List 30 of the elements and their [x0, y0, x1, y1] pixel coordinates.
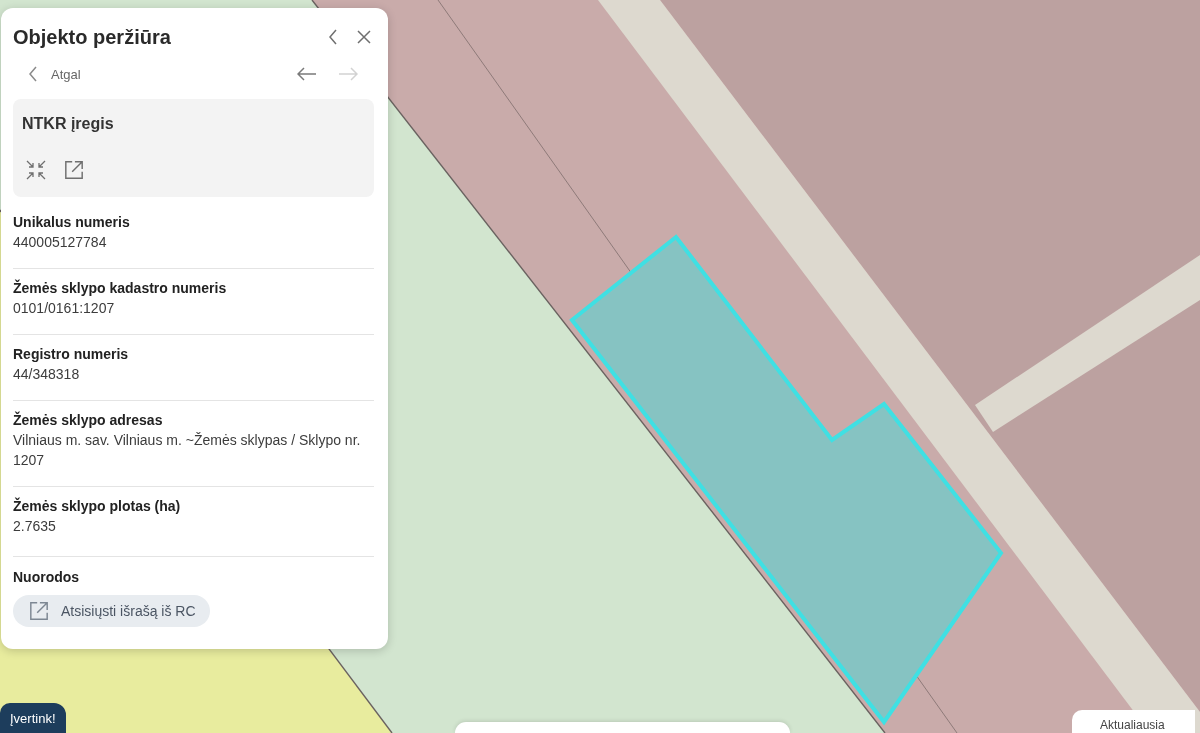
- sort-tab[interactable]: Aktualiausia: [1072, 710, 1195, 733]
- arrow-right-icon: [338, 67, 358, 81]
- section-label: Nuorodos: [13, 568, 81, 587]
- field-value: Vilniaus m. sav. Vilniaus m. ~Žemės sklypas / Sklypo nr. 1207: [13, 431, 362, 470]
- field-value: 44/348318: [13, 365, 81, 384]
- back-link[interactable]: Atgal: [13, 66, 81, 82]
- field-label: Žemės sklypo kadastro numeris: [13, 278, 228, 298]
- field-value: 440005127784: [13, 233, 108, 252]
- field-label: Žemės sklypo plotas (ha): [13, 496, 182, 516]
- field-value: 2.7635: [13, 517, 57, 536]
- panel-title: Objekto peržiūra: [13, 25, 172, 49]
- download-button[interactable]: Atsisiųsti išrašą iš RC: [13, 595, 210, 627]
- close-button[interactable]: [357, 30, 371, 44]
- collapse-icon: [26, 160, 46, 180]
- collapse-button[interactable]: [26, 160, 46, 180]
- field-label: Registro numeris: [13, 345, 130, 364]
- open-external-button[interactable]: [64, 160, 84, 180]
- external-link-icon: [29, 601, 49, 621]
- close-icon: [357, 30, 371, 44]
- field-label: Unikalus numeris: [13, 213, 131, 232]
- card-title: NTKR įregis: [22, 114, 115, 134]
- field-value: 0101/0161:1207: [13, 299, 116, 318]
- arrow-left-icon: [297, 67, 317, 81]
- chevron-left-icon: [329, 29, 337, 45]
- chevron-left-icon: [29, 66, 37, 82]
- back-button[interactable]: [329, 29, 337, 45]
- field-label: Žemės sklypo adresas: [13, 410, 164, 430]
- feedback-button[interactable]: Įvertink!: [0, 703, 66, 733]
- external-link-icon: [64, 160, 84, 180]
- previous-button[interactable]: [297, 67, 317, 81]
